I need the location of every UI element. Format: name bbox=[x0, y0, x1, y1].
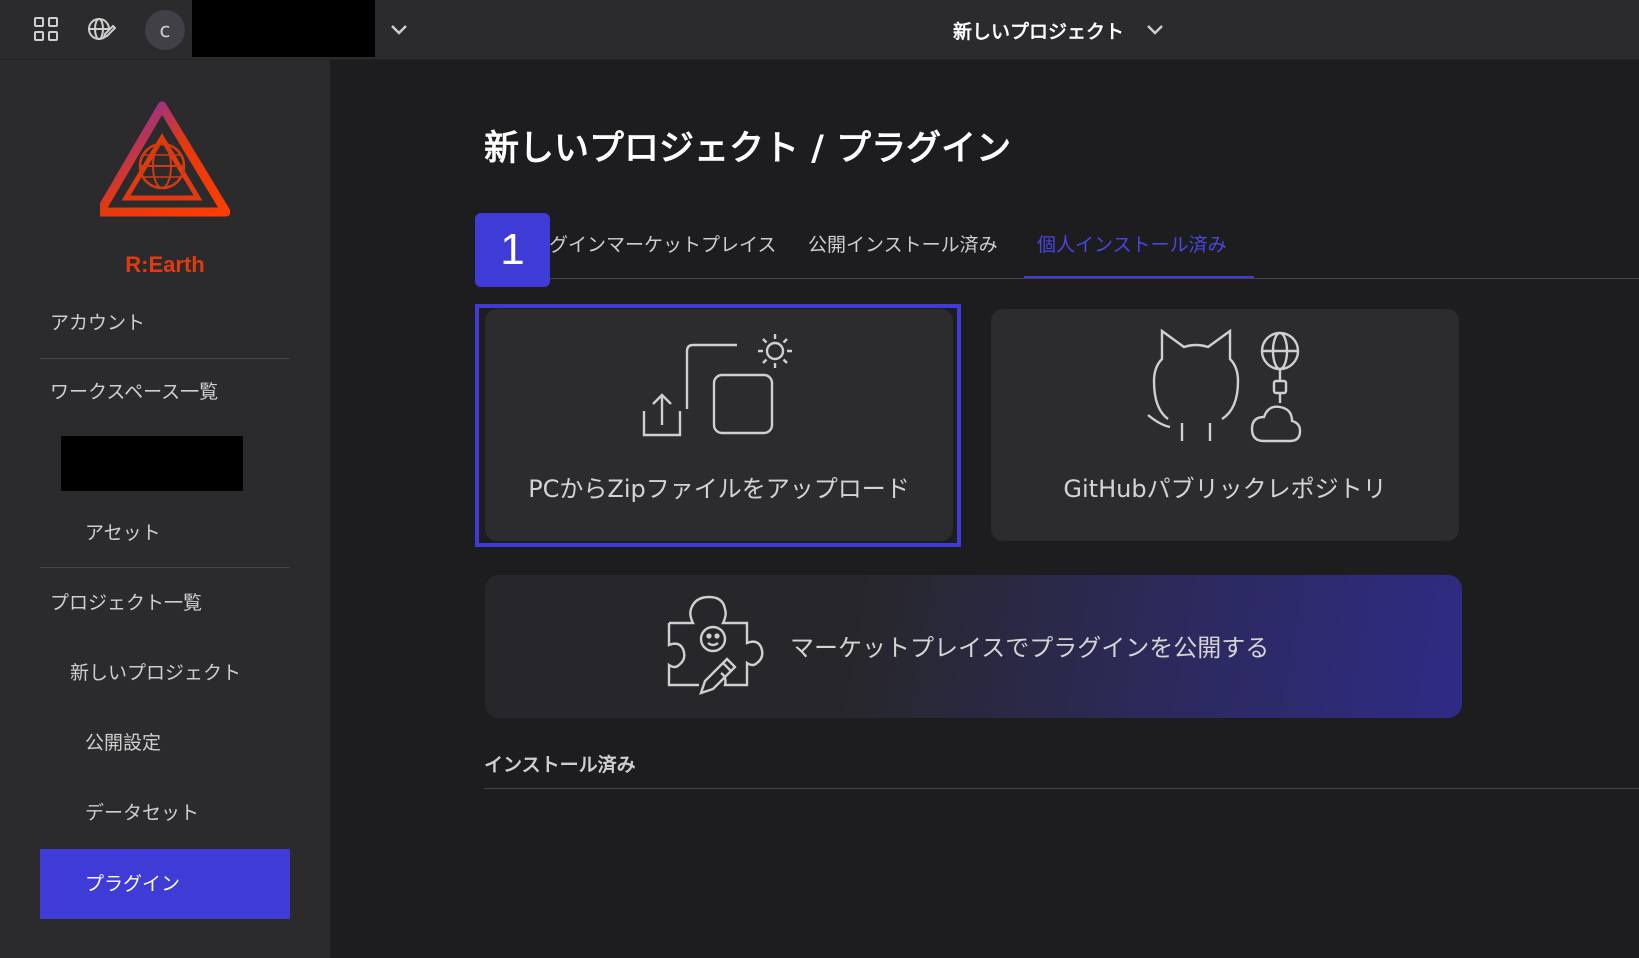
sidebar-item-label: プラグイン bbox=[85, 873, 181, 895]
project-name: 新しいプロジェクト bbox=[953, 20, 1125, 43]
active-tab-indicator bbox=[1024, 276, 1254, 278]
installed-divider bbox=[484, 788, 1639, 789]
chevron-down-icon[interactable] bbox=[384, 16, 414, 44]
tab-personal-installed[interactable]: 個人インストール済み bbox=[1037, 230, 1227, 257]
sidebar-item-account[interactable]: アカウント bbox=[50, 308, 145, 335]
puzzle-piece-icon bbox=[667, 595, 764, 695]
sidebar-item-publish-settings[interactable]: 公開設定 bbox=[85, 728, 161, 755]
sidebar-item-workspaces[interactable]: ワークスペース一覧 bbox=[50, 377, 218, 404]
sidebar-item-assets[interactable]: アセット bbox=[85, 518, 161, 545]
highlight-frame bbox=[475, 304, 961, 547]
chevron-down-icon bbox=[1147, 25, 1163, 35]
github-cat-globe-icon bbox=[1147, 329, 1302, 443]
sidebar: R:Earth アカウント ワークスペース一覧 アセット プロジェクト一覧 新し… bbox=[0, 60, 330, 958]
tabs-divider bbox=[484, 278, 1639, 279]
redacted-workspace-item[interactable] bbox=[61, 436, 243, 491]
redacted-workspace-name bbox=[192, 0, 375, 57]
installed-heading: インストール済み bbox=[484, 754, 636, 776]
reearth-logo: R:Earth bbox=[95, 100, 231, 277]
avatar[interactable]: c bbox=[145, 10, 185, 50]
divider bbox=[40, 567, 290, 568]
divider bbox=[40, 358, 290, 359]
publish-marketplace-banner[interactable]: マーケットプレイスでプラグインを公開する bbox=[485, 575, 1462, 718]
publish-marketplace-label: マーケットプレイスでプラグインを公開する bbox=[790, 634, 1270, 662]
page-title: 新しいプロジェクト / プラグイン bbox=[484, 129, 1012, 169]
sidebar-item-projects[interactable]: プロジェクト一覧 bbox=[50, 588, 202, 615]
sidebar-item-plugins[interactable]: プラグイン bbox=[40, 849, 290, 919]
tab-plugin-marketplace[interactable]: ラグインマーケットプレイス bbox=[530, 230, 776, 257]
grid-menu-icon[interactable] bbox=[29, 12, 63, 46]
top-bar: c 新しいプロジェクト bbox=[0, 0, 1639, 60]
github-repo-label: GitHubパブリックレポジトリ bbox=[1063, 475, 1387, 503]
logo-text: R:Earth bbox=[125, 252, 205, 277]
github-repo-card[interactable]: GitHubパブリックレポジトリ bbox=[991, 309, 1459, 541]
step-number-badge: 1 bbox=[475, 213, 550, 287]
sidebar-item-dataset[interactable]: データセット bbox=[85, 798, 199, 825]
tab-public-installed[interactable]: 公開インストール済み bbox=[808, 230, 998, 257]
sidebar-item-new-project[interactable]: 新しいプロジェクト bbox=[70, 658, 241, 685]
project-switcher[interactable]: 新しいプロジェクト bbox=[953, 12, 1164, 48]
globe-edit-icon[interactable] bbox=[84, 12, 118, 46]
